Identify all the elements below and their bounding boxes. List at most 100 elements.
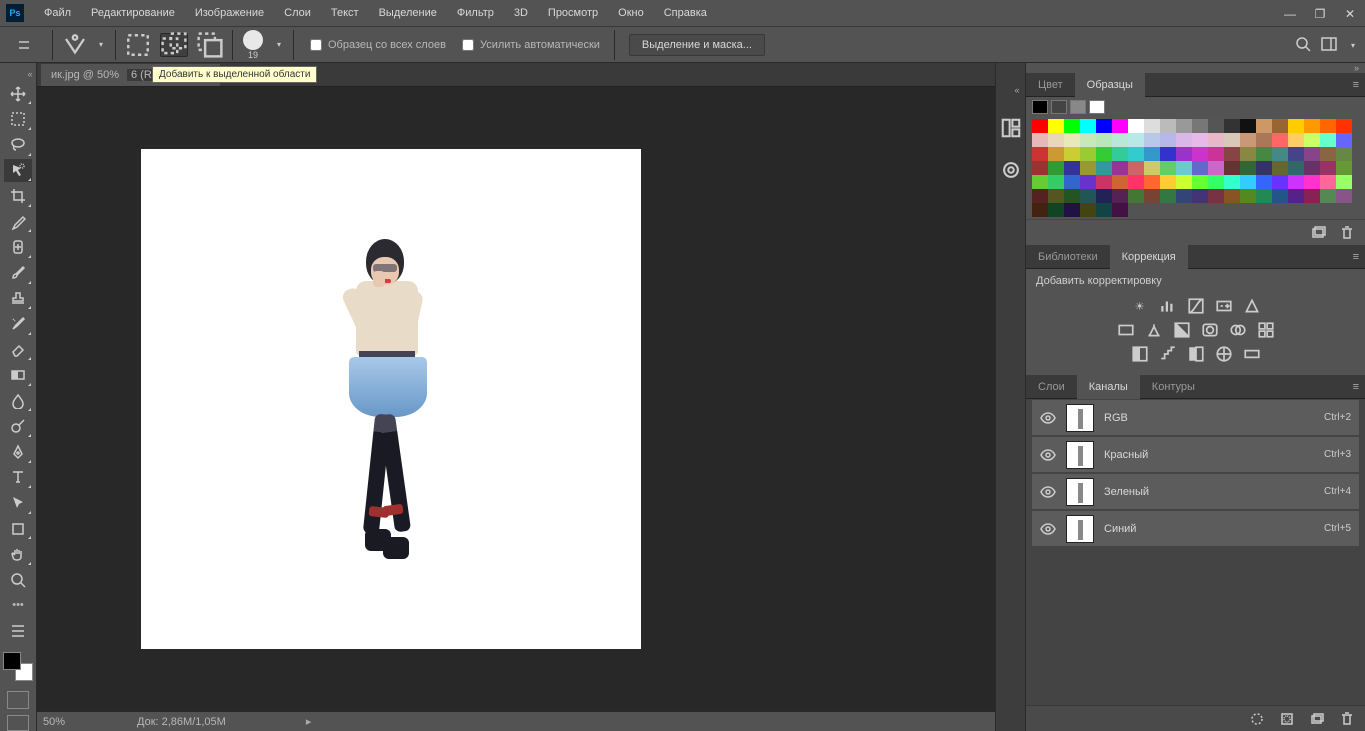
swatch[interactable] bbox=[1048, 119, 1064, 133]
dodge-tool[interactable] bbox=[4, 414, 32, 438]
swatch[interactable] bbox=[1224, 161, 1240, 175]
canvas[interactable] bbox=[141, 149, 641, 649]
swatch[interactable] bbox=[1272, 175, 1288, 189]
quick-mask-icon[interactable] bbox=[7, 691, 29, 709]
swatch[interactable] bbox=[1112, 189, 1128, 203]
visibility-icon[interactable] bbox=[1040, 484, 1056, 500]
vibrance-icon[interactable] bbox=[1243, 297, 1261, 315]
swatch[interactable] bbox=[1048, 133, 1064, 147]
swatch[interactable] bbox=[1304, 161, 1320, 175]
swatch[interactable] bbox=[1048, 175, 1064, 189]
swatch[interactable] bbox=[1224, 175, 1240, 189]
eraser-tool[interactable] bbox=[4, 338, 32, 362]
swatch[interactable] bbox=[1320, 189, 1336, 203]
swatch[interactable] bbox=[1112, 147, 1128, 161]
selective-color-icon[interactable] bbox=[1215, 345, 1233, 363]
swatch[interactable] bbox=[1208, 147, 1224, 161]
swatch[interactable] bbox=[1256, 189, 1272, 203]
menu-3d[interactable]: 3D bbox=[504, 0, 538, 27]
swatch[interactable] bbox=[1304, 147, 1320, 161]
swatch[interactable] bbox=[1089, 100, 1105, 114]
swatch[interactable] bbox=[1224, 189, 1240, 203]
channel-mixer-icon[interactable] bbox=[1229, 321, 1247, 339]
swatch[interactable] bbox=[1320, 175, 1336, 189]
swatch[interactable] bbox=[1160, 189, 1176, 203]
swatch[interactable] bbox=[1176, 119, 1192, 133]
swatch[interactable] bbox=[1032, 203, 1048, 217]
swatch[interactable] bbox=[1080, 203, 1096, 217]
quick-selection-tool[interactable] bbox=[4, 159, 32, 183]
tab-channels[interactable]: Каналы bbox=[1077, 375, 1140, 399]
blur-tool[interactable] bbox=[4, 389, 32, 413]
threshold-icon[interactable] bbox=[1187, 345, 1205, 363]
brightness-contrast-icon[interactable]: ☀ bbox=[1131, 297, 1149, 315]
swatch[interactable] bbox=[1096, 119, 1112, 133]
hue-sat-icon[interactable] bbox=[1117, 321, 1135, 339]
brush-tool[interactable] bbox=[4, 261, 32, 285]
swatch[interactable] bbox=[1112, 133, 1128, 147]
swatch[interactable] bbox=[1192, 175, 1208, 189]
menu-filter[interactable]: Фильтр bbox=[447, 0, 504, 27]
swatch[interactable] bbox=[1160, 119, 1176, 133]
gradient-map-icon[interactable] bbox=[1243, 345, 1261, 363]
swatch[interactable] bbox=[1032, 175, 1048, 189]
status-menu-icon[interactable]: ▸ bbox=[306, 715, 312, 728]
swatch[interactable] bbox=[1112, 119, 1128, 133]
swatch[interactable] bbox=[1240, 147, 1256, 161]
swatch[interactable] bbox=[1336, 133, 1352, 147]
lasso-tool[interactable] bbox=[4, 133, 32, 157]
swatch[interactable] bbox=[1192, 147, 1208, 161]
swatch[interactable] bbox=[1336, 119, 1352, 133]
new-channel-icon[interactable] bbox=[1309, 711, 1325, 727]
color-balance-icon[interactable] bbox=[1145, 321, 1163, 339]
swatch[interactable] bbox=[1160, 147, 1176, 161]
swatch[interactable] bbox=[1144, 133, 1160, 147]
visibility-icon[interactable] bbox=[1040, 447, 1056, 463]
swatch[interactable] bbox=[1176, 175, 1192, 189]
swatch[interactable] bbox=[1208, 161, 1224, 175]
zoom-tool[interactable] bbox=[4, 568, 32, 592]
swatch[interactable] bbox=[1112, 175, 1128, 189]
swatch[interactable] bbox=[1288, 189, 1304, 203]
stamp-tool[interactable] bbox=[4, 287, 32, 311]
swatch[interactable] bbox=[1128, 161, 1144, 175]
swatch[interactable] bbox=[1304, 133, 1320, 147]
swatch[interactable] bbox=[1160, 161, 1176, 175]
hand-tool[interactable] bbox=[4, 542, 32, 566]
swatch[interactable] bbox=[1080, 189, 1096, 203]
swatch[interactable] bbox=[1064, 161, 1080, 175]
swatch[interactable] bbox=[1320, 133, 1336, 147]
swatch[interactable] bbox=[1032, 133, 1048, 147]
swatch[interactable] bbox=[1096, 175, 1112, 189]
swatch[interactable] bbox=[1144, 189, 1160, 203]
tab-adjustments[interactable]: Коррекция bbox=[1110, 245, 1188, 269]
move-tool[interactable] bbox=[4, 82, 32, 106]
window-restore-icon[interactable]: ❐ bbox=[1305, 0, 1335, 27]
marquee-tool[interactable] bbox=[4, 107, 32, 131]
swatch[interactable] bbox=[1144, 175, 1160, 189]
swatch[interactable] bbox=[1304, 175, 1320, 189]
tab-color[interactable]: Цвет bbox=[1026, 73, 1075, 97]
panel-toggle-icon[interactable] bbox=[6, 41, 42, 49]
posterize-icon[interactable] bbox=[1159, 345, 1177, 363]
tab-libraries[interactable]: Библиотеки bbox=[1026, 245, 1110, 269]
tool-preset-icon[interactable] bbox=[63, 33, 87, 57]
swatch[interactable] bbox=[1064, 133, 1080, 147]
swatch[interactable] bbox=[1336, 189, 1352, 203]
panel-menu-icon[interactable]: ≡ bbox=[1353, 381, 1359, 393]
swatch[interactable] bbox=[1224, 119, 1240, 133]
swatch[interactable] bbox=[1192, 161, 1208, 175]
menu-text[interactable]: Текст bbox=[321, 0, 369, 27]
dock-collapse-icon[interactable]: » bbox=[1026, 63, 1365, 73]
swatch[interactable] bbox=[1160, 133, 1176, 147]
swatch[interactable] bbox=[1304, 119, 1320, 133]
search-icon[interactable] bbox=[1295, 36, 1311, 55]
tab-layers[interactable]: Слои bbox=[1026, 375, 1077, 399]
chevron-down-icon[interactable]: ▾ bbox=[273, 34, 285, 56]
delete-swatch-icon[interactable] bbox=[1339, 225, 1355, 241]
swatch[interactable] bbox=[1080, 161, 1096, 175]
swatch[interactable] bbox=[1256, 133, 1272, 147]
color-lookup-icon[interactable] bbox=[1257, 321, 1275, 339]
visibility-icon[interactable] bbox=[1040, 410, 1056, 426]
swatch[interactable] bbox=[1048, 189, 1064, 203]
